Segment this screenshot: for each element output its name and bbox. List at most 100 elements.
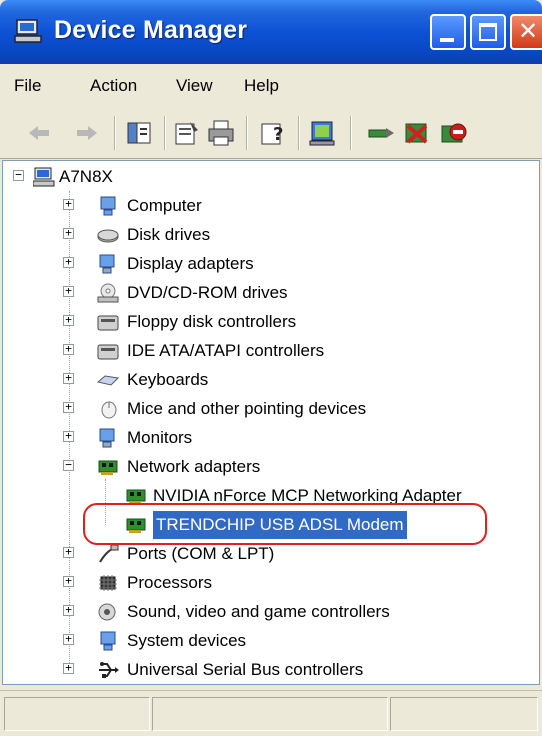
expand-icon[interactable]: + xyxy=(63,256,74,268)
expand-icon[interactable]: + xyxy=(63,604,74,616)
tree-item-label: Keyboards xyxy=(127,370,209,389)
svg-text:?: ? xyxy=(273,124,283,145)
system-device-icon xyxy=(100,631,116,651)
expand-icon[interactable]: + xyxy=(63,372,74,384)
tree-root-row[interactable]: − A7N8X xyxy=(3,163,523,191)
tree-item-monitors[interactable]: + Monitors xyxy=(3,424,523,452)
window-title: Device Manager xyxy=(54,16,248,44)
tree-item-mice[interactable]: + Mice and other pointing devices xyxy=(3,395,523,423)
tree-item-ide-controllers[interactable]: + IDE ATA/ATAPI controllers xyxy=(3,337,523,365)
device-tree[interactable]: − A7N8X + Computer + Disk drives + Displ… xyxy=(2,160,540,685)
tree-item-label: DVD/CD-ROM drives xyxy=(127,283,288,302)
computer-root-icon xyxy=(33,167,55,187)
tree-item-label: Network adapters xyxy=(127,457,261,476)
menu-view[interactable]: View xyxy=(176,76,213,96)
display-adapter-icon xyxy=(99,254,115,274)
device-manager-window: Device Manager ✕ File Action View Help ?… xyxy=(0,0,542,736)
tree-item-label: Mice and other pointing devices xyxy=(127,399,367,418)
menu-bar: File Action View Help xyxy=(0,64,542,109)
expand-icon[interactable]: + xyxy=(63,314,74,326)
tree-item-label: Monitors xyxy=(127,428,193,447)
keyboard-icon xyxy=(97,375,119,386)
expand-icon[interactable]: + xyxy=(63,198,74,210)
menu-file[interactable]: File xyxy=(14,76,41,96)
port-icon xyxy=(99,544,119,563)
monitor-icon xyxy=(99,428,115,448)
tree-item-network-adapters[interactable]: − Network adapters xyxy=(3,453,523,481)
tree-item-floppy-controllers[interactable]: + Floppy disk controllers xyxy=(3,308,523,336)
tree-item-label: Computer xyxy=(127,196,202,215)
processor-icon xyxy=(99,575,117,591)
mouse-icon xyxy=(101,401,117,419)
toolbar-separator xyxy=(246,116,247,150)
toolbar-separator xyxy=(298,116,299,150)
close-icon: ✕ xyxy=(518,18,539,45)
expand-icon[interactable]: + xyxy=(63,343,74,355)
menu-action[interactable]: Action xyxy=(90,76,137,96)
tree-item-label: Disk drives xyxy=(127,225,211,244)
scan-hardware-icon[interactable] xyxy=(308,118,338,148)
expand-icon[interactable]: + xyxy=(63,662,74,674)
expand-icon[interactable]: + xyxy=(63,633,74,645)
dvd-drive-icon xyxy=(97,283,119,303)
tree-item-usb-controllers[interactable]: + Universal Serial Bus controllers xyxy=(3,656,523,684)
status-cell xyxy=(390,697,538,731)
expand-icon[interactable]: + xyxy=(63,401,74,413)
usb-icon xyxy=(99,662,119,678)
tree-item-label: System devices xyxy=(127,631,247,650)
disable-icon[interactable] xyxy=(438,118,468,148)
forward-arrow-icon[interactable] xyxy=(72,118,102,148)
tree-item-processors[interactable]: + Processors xyxy=(3,569,523,597)
network-adapter-icon xyxy=(98,460,118,475)
collapse-icon[interactable]: − xyxy=(13,169,24,181)
toolbar-separator xyxy=(164,116,165,150)
tree-item-sound[interactable]: + Sound, video and game controllers xyxy=(3,598,523,626)
back-arrow-icon[interactable] xyxy=(24,118,54,148)
tree-item-label: Floppy disk controllers xyxy=(127,312,297,331)
tree-item-label: Processors xyxy=(127,573,213,592)
minimize-icon xyxy=(440,38,454,42)
tree-item-dvd-drives[interactable]: + DVD/CD-ROM drives xyxy=(3,279,523,307)
computer-icon xyxy=(100,196,116,216)
close-button[interactable]: ✕ xyxy=(510,14,542,50)
status-cell xyxy=(152,697,388,731)
collapse-icon[interactable]: − xyxy=(63,459,74,471)
toolbar-separator xyxy=(114,116,115,150)
expand-icon[interactable]: + xyxy=(63,546,74,558)
title-bar[interactable]: Device Manager ✕ xyxy=(0,0,542,64)
tree-item-keyboards[interactable]: + Keyboards xyxy=(3,366,523,394)
expand-icon[interactable]: + xyxy=(63,575,74,587)
tree-item-label: IDE ATA/ATAPI controllers xyxy=(127,341,325,360)
tree-root-label: A7N8X xyxy=(59,167,113,186)
tree-item-label: Display adapters xyxy=(127,254,254,273)
tree-item-display-adapters[interactable]: + Display adapters xyxy=(3,250,523,278)
show-hide-tree-icon[interactable] xyxy=(124,118,154,148)
disk-drive-icon xyxy=(97,229,119,243)
toolbar: ? xyxy=(0,108,542,159)
update-driver-icon[interactable] xyxy=(366,118,396,148)
menu-help[interactable]: Help xyxy=(244,76,279,96)
tree-item-label: Sound, video and game controllers xyxy=(127,602,390,621)
ide-controller-icon xyxy=(97,344,119,360)
print-icon[interactable] xyxy=(206,118,236,148)
status-bar xyxy=(0,690,542,736)
sound-icon xyxy=(98,603,116,621)
floppy-controller-icon xyxy=(97,315,119,331)
help-icon[interactable]: ? xyxy=(258,118,288,148)
minimize-button[interactable] xyxy=(430,14,466,50)
expand-icon[interactable]: + xyxy=(63,227,74,239)
tree-item-system-devices[interactable]: + System devices xyxy=(3,627,523,655)
uninstall-icon[interactable] xyxy=(402,118,432,148)
maximize-icon xyxy=(479,23,497,41)
properties-icon[interactable] xyxy=(172,118,202,148)
expand-icon[interactable]: + xyxy=(63,285,74,297)
expand-icon[interactable]: + xyxy=(63,430,74,442)
device-manager-icon xyxy=(14,19,42,43)
tree-item-computer[interactable]: + Computer xyxy=(3,192,523,220)
tree-item-label: Universal Serial Bus controllers xyxy=(127,660,364,679)
tree-item-disk-drives[interactable]: + Disk drives xyxy=(3,221,523,249)
status-cell xyxy=(4,697,150,731)
maximize-button[interactable] xyxy=(470,14,506,50)
highlight-annotation-ring xyxy=(83,503,487,545)
toolbar-separator xyxy=(350,116,351,150)
